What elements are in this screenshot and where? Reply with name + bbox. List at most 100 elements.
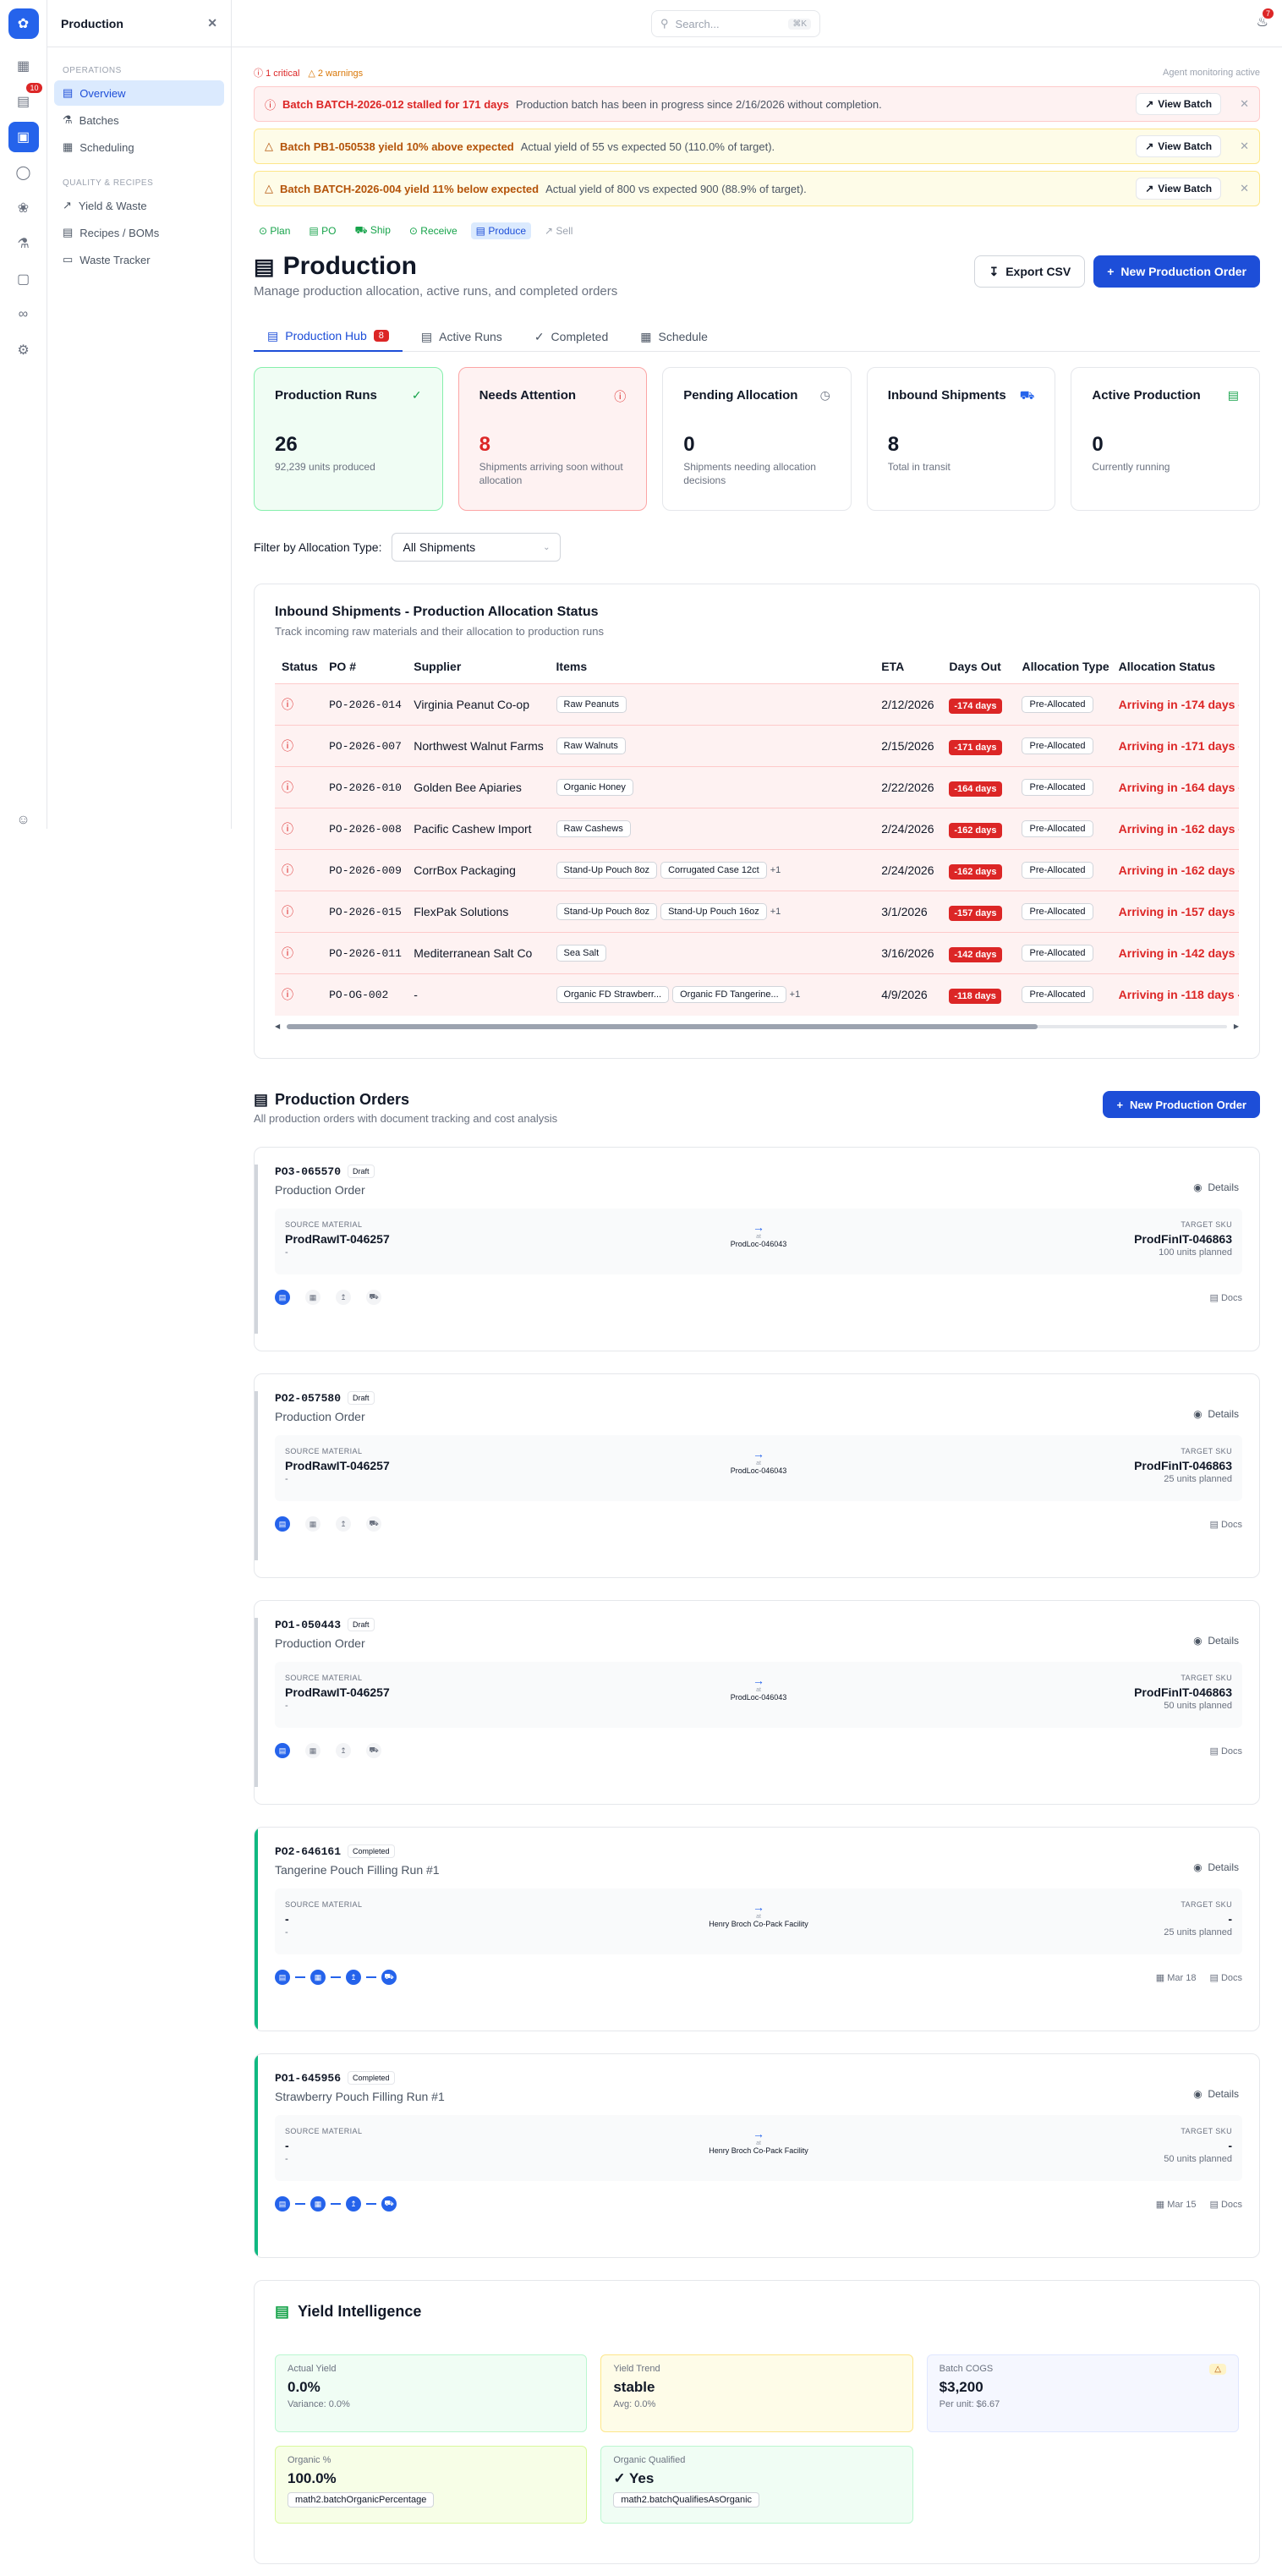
stat-card-pending-allocation[interactable]: Pending Allocation ◷ 0 Shipments needing a… (662, 367, 852, 511)
network-icon[interactable]: ◯ (8, 157, 39, 188)
details-button[interactable]: ◉ Details (1193, 2088, 1239, 2100)
sidebar-item-yield-waste[interactable]: ↗ Yield & Waste (54, 193, 224, 218)
col-header[interactable]: Allocation Type (1015, 660, 1111, 684)
dismiss-icon[interactable]: ✕ (1240, 182, 1249, 195)
crumb-plan[interactable]: ⊙ Plan (254, 222, 295, 239)
details-button[interactable]: ◉ Details (1193, 1635, 1239, 1647)
new-production-order-button[interactable]: + New Production Order (1103, 1091, 1260, 1118)
export-csv-button[interactable]: ↧ Export CSV (974, 255, 1086, 288)
bom-icon[interactable]: ▦ (305, 1290, 320, 1305)
bom-icon[interactable]: ▦ (310, 1970, 326, 1985)
docs-link[interactable]: ▤ Docs (1209, 1292, 1242, 1303)
po-number[interactable]: PO-2026-011 (322, 932, 408, 974)
table-row[interactable]: ⓘ PO-OG-002- Organic FD Strawberr... Organi… (275, 973, 1239, 1016)
upload-icon[interactable]: ↥ (346, 1970, 361, 1985)
docs-link[interactable]: ▤ Docs (1209, 1972, 1242, 1983)
table-row[interactable]: ⓘ PO-2026-015 FlexPak Solutions Stand-Up Po… (275, 891, 1239, 933)
po-number[interactable]: PO-2026-007 (322, 725, 408, 767)
details-button[interactable]: ◉ Details (1193, 1408, 1239, 1420)
crumb-produce[interactable]: ▤ Produce (470, 222, 532, 239)
sidebar-item-overview[interactable]: ▤ Overview (54, 80, 224, 106)
upload-icon[interactable]: ↥ (346, 2196, 361, 2212)
col-header[interactable]: Items (550, 660, 875, 684)
po-number[interactable]: PO-2026-015 (322, 891, 408, 933)
close-icon[interactable]: ✕ (207, 16, 217, 30)
production-order-card[interactable]: PO2-646161 Completed Tangerine Pouch Filli… (254, 1827, 1260, 2031)
col-header[interactable]: Supplier (407, 660, 549, 684)
truck-icon[interactable]: ⛟ (381, 2196, 397, 2212)
link-icon[interactable]: ∞ (8, 299, 39, 330)
bom-icon[interactable]: ▦ (310, 2196, 326, 2212)
crumb-sell[interactable]: ↗ Sell (540, 222, 578, 239)
col-header[interactable]: ETA (874, 660, 942, 684)
production-order-card[interactable]: PO3-065570 Draft Production Order ◉ Details… (254, 1147, 1260, 1351)
production-order-card[interactable]: PO2-057580 Draft Production Order ◉ Details… (254, 1373, 1260, 1578)
col-header[interactable]: Allocation Status (1112, 660, 1239, 684)
doc-icon[interactable]: ▤ (275, 2196, 290, 2212)
docs-link[interactable]: ▤ Docs (1209, 2199, 1242, 2210)
table-row[interactable]: ⓘ PO-2026-010 Golden Bee Apiaries Organic H… (275, 766, 1239, 808)
table-row[interactable]: ⓘ PO-2026-007 Northwest Walnut Farms Raw Wa… (275, 725, 1239, 767)
scroll-left-icon[interactable]: ◀ (275, 1022, 280, 1030)
docs-link[interactable]: ▤ Docs (1209, 1519, 1242, 1530)
table-row[interactable]: ⓘ PO-2026-011 Mediterranean Salt Co Sea Sal… (275, 932, 1239, 974)
dashboard-icon[interactable]: ▦ (8, 51, 39, 81)
view-batch-button[interactable]: ↗ View Batch (1136, 135, 1222, 157)
sidebar-item-recipes[interactable]: ▤ Recipes / BOMs (54, 220, 224, 245)
truck-icon[interactable]: ⛟ (381, 1970, 397, 1985)
upload-icon[interactable]: ↥ (336, 1743, 351, 1758)
new-production-order-button[interactable]: + New Production Order (1093, 255, 1260, 288)
flask-icon[interactable]: ⚗ (8, 228, 39, 259)
tab-schedule[interactable]: ▦ Schedule (627, 321, 721, 352)
po-number[interactable]: PO-2026-010 (322, 766, 408, 808)
crumb-receive[interactable]: ⊙ Receive (404, 222, 463, 239)
stat-card-production-runs[interactable]: Production Runs ✓ 26 92,239 units produced (254, 367, 443, 511)
upload-icon[interactable]: ↥ (336, 1516, 351, 1532)
doc-icon[interactable]: ▤ (275, 1290, 290, 1305)
production-icon[interactable]: ▣ (8, 122, 39, 152)
view-batch-button[interactable]: ↗ View Batch (1136, 178, 1222, 200)
app-logo-icon[interactable]: ✿ (8, 8, 39, 39)
tab-completed[interactable]: ✓ Completed (521, 321, 622, 352)
bom-icon[interactable]: ▦ (305, 1516, 320, 1532)
doc-icon[interactable]: ▤ (275, 1516, 290, 1532)
crumb-ship[interactable]: ⛟ Ship (349, 222, 395, 240)
leaf-icon[interactable]: ❀ (8, 193, 39, 223)
horizontal-scrollbar[interactable]: ◀ ▶ (275, 1022, 1239, 1030)
search-input[interactable]: ⚲ Search... ⌘K (651, 10, 820, 37)
tab-active-runs[interactable]: ▤ Active Runs (408, 321, 516, 352)
details-button[interactable]: ◉ Details (1193, 1181, 1239, 1193)
scroll-right-icon[interactable]: ▶ (1234, 1022, 1239, 1030)
allocation-type-select[interactable]: All Shipments ⌄ (392, 533, 562, 562)
stat-card-inbound-shipments[interactable]: Inbound Shipments ⛟ 8 Total in transit (866, 367, 1056, 511)
production-order-card[interactable]: PO1-050443 Draft Production Order ◉ Details… (254, 1600, 1260, 1805)
po-number[interactable]: PO-OG-002 (322, 973, 408, 1016)
col-header[interactable]: Status (275, 660, 322, 684)
dismiss-icon[interactable]: ✕ (1240, 140, 1249, 153)
col-header[interactable]: PO # (322, 660, 407, 684)
crumb-po[interactable]: ▤ PO (304, 222, 341, 239)
bom-icon[interactable]: ▦ (305, 1743, 320, 1758)
settings-icon[interactable]: ⚙ (8, 335, 39, 365)
users-icon[interactable]: ☺ (8, 805, 39, 836)
truck-icon[interactable]: ⛟ (366, 1743, 381, 1758)
truck-icon[interactable]: ⛟ (366, 1290, 381, 1305)
stat-card-needs-attention[interactable]: Needs Attention ⓘ 8 Shipments arriving soo… (457, 367, 648, 511)
more-items[interactable]: +1 (790, 989, 801, 1000)
po-number[interactable]: PO-2026-008 (322, 808, 408, 850)
dismiss-icon[interactable]: ✕ (1240, 97, 1249, 111)
table-row[interactable]: ⓘ PO-2026-008 Pacific Cashew Import Raw Cas… (275, 808, 1239, 850)
bell-icon[interactable]: ♨ 7 (1257, 8, 1274, 30)
orders-icon[interactable]: ▤ 10 (8, 83, 42, 117)
table-row[interactable]: ⓘ PO-2026-009 CorrBox Packaging Stand-Up Po… (275, 849, 1239, 891)
more-items[interactable]: +1 (770, 907, 781, 917)
stat-card-active-production[interactable]: Active Production ▤ 0 Currently running (1071, 367, 1260, 511)
details-button[interactable]: ◉ Details (1193, 1861, 1239, 1873)
po-number[interactable]: PO-2026-009 (322, 849, 408, 891)
scroll-thumb[interactable] (287, 1023, 1038, 1029)
sidebar-item-waste-tracker[interactable]: ▭ Waste Tracker (54, 247, 224, 272)
production-order-card[interactable]: PO1-645956 Completed Strawberry Pouch Fill… (254, 2053, 1260, 2258)
more-items[interactable]: +1 (770, 865, 781, 875)
tab-production-hub[interactable]: ▤ Production Hub 8 (254, 321, 403, 352)
po-number[interactable]: PO-2026-014 (322, 683, 408, 726)
